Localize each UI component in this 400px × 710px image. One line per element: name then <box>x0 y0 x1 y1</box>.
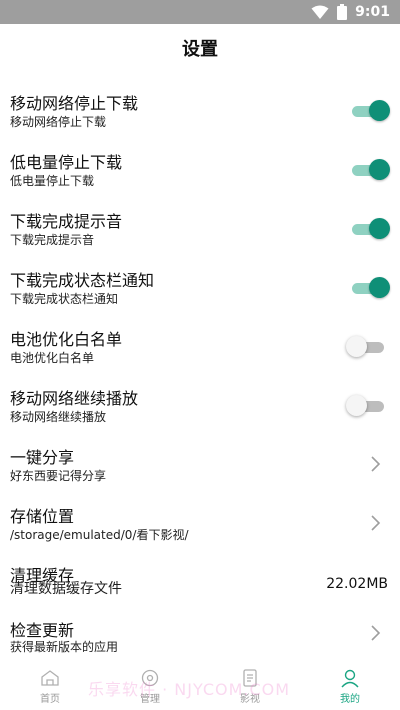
title-bar: 设置 <box>0 24 400 72</box>
status-right: 9:01 <box>311 0 390 24</box>
setting-share[interactable]: 一键分享 好东西要记得分享 <box>0 434 400 493</box>
nav-video[interactable]: 影视 <box>200 662 300 710</box>
toggle-switch[interactable] <box>350 218 390 239</box>
setting-title: 移动网络停止下载 <box>10 94 139 113</box>
setting-clear-cache[interactable]: 清理缓存 清理数据缓存文件 22.02MB <box>0 552 400 611</box>
setting-subtitle: 清理数据缓存文件 <box>10 581 122 597</box>
setting-subtitle: 电池优化白名单 <box>10 351 95 365</box>
setting-subtitle: 移动网络继续播放 <box>10 410 107 424</box>
cache-size-value: 22.02MB <box>326 576 388 592</box>
nav-label: 首页 <box>40 694 60 705</box>
video-icon <box>243 669 257 687</box>
setting-subtitle: 移动网络停止下载 <box>10 115 107 129</box>
nav-label: 影视 <box>240 694 260 705</box>
toggle-switch[interactable] <box>350 159 390 180</box>
setting-subtitle: 获得最新版本的应用 <box>10 640 119 654</box>
setting-subtitle: 下载完成提示音 <box>10 233 95 247</box>
chevron-right-icon <box>371 625 381 641</box>
manage-icon <box>141 669 159 687</box>
setting-low-battery-stop[interactable]: 低电量停止下载 低电量停止下载 <box>0 139 400 198</box>
nav-label: 我的 <box>340 694 360 705</box>
nav-home[interactable]: 首页 <box>0 662 100 710</box>
setting-download-sound[interactable]: 下载完成提示音 下载完成提示音 <box>0 198 400 257</box>
setting-mobile-stop-download[interactable]: 移动网络停止下载 移动网络停止下载 <box>0 80 400 139</box>
setting-subtitle: 低电量停止下载 <box>10 174 95 188</box>
status-bar: 9:01 <box>0 0 400 24</box>
setting-subtitle: 好东西要记得分享 <box>10 469 107 483</box>
bottom-nav: 首页 管理 影视 我的 <box>0 662 400 710</box>
setting-title: 移动网络继续播放 <box>10 389 139 408</box>
setting-subtitle: /storage/emulated/0/看下影视/ <box>10 528 189 542</box>
nav-manage[interactable]: 管理 <box>100 662 200 710</box>
chevron-right-icon <box>371 515 381 531</box>
home-icon <box>41 670 59 686</box>
setting-mobile-continue-play[interactable]: 移动网络继续播放 移动网络继续播放 <box>0 375 400 434</box>
nav-profile[interactable]: 我的 <box>300 662 400 710</box>
setting-title: 低电量停止下载 <box>10 153 123 172</box>
toggle-switch[interactable] <box>346 336 386 357</box>
page-title: 设置 <box>182 39 218 60</box>
battery-icon <box>337 4 348 20</box>
setting-title: 电池优化白名单 <box>10 330 123 349</box>
setting-title: 下载完成提示音 <box>10 212 123 231</box>
nav-label: 管理 <box>140 694 160 705</box>
toggle-switch[interactable] <box>350 100 390 121</box>
profile-icon <box>341 669 359 688</box>
toggle-switch[interactable] <box>346 395 386 416</box>
setting-subtitle: 下载完成状态栏通知 <box>10 292 119 306</box>
status-time: 9:01 <box>355 4 390 20</box>
setting-battery-whitelist[interactable]: 电池优化白名单 电池优化白名单 <box>0 316 400 375</box>
chevron-right-icon <box>371 456 381 472</box>
setting-title: 存储位置 <box>10 507 75 526</box>
setting-download-notification[interactable]: 下载完成状态栏通知 下载完成状态栏通知 <box>0 257 400 316</box>
setting-storage-location[interactable]: 存储位置 /storage/emulated/0/看下影视/ <box>0 493 400 552</box>
setting-title: 一键分享 <box>10 448 75 467</box>
wifi-icon <box>311 5 329 19</box>
setting-title: 下载完成状态栏通知 <box>10 271 155 290</box>
toggle-switch[interactable] <box>350 277 390 298</box>
